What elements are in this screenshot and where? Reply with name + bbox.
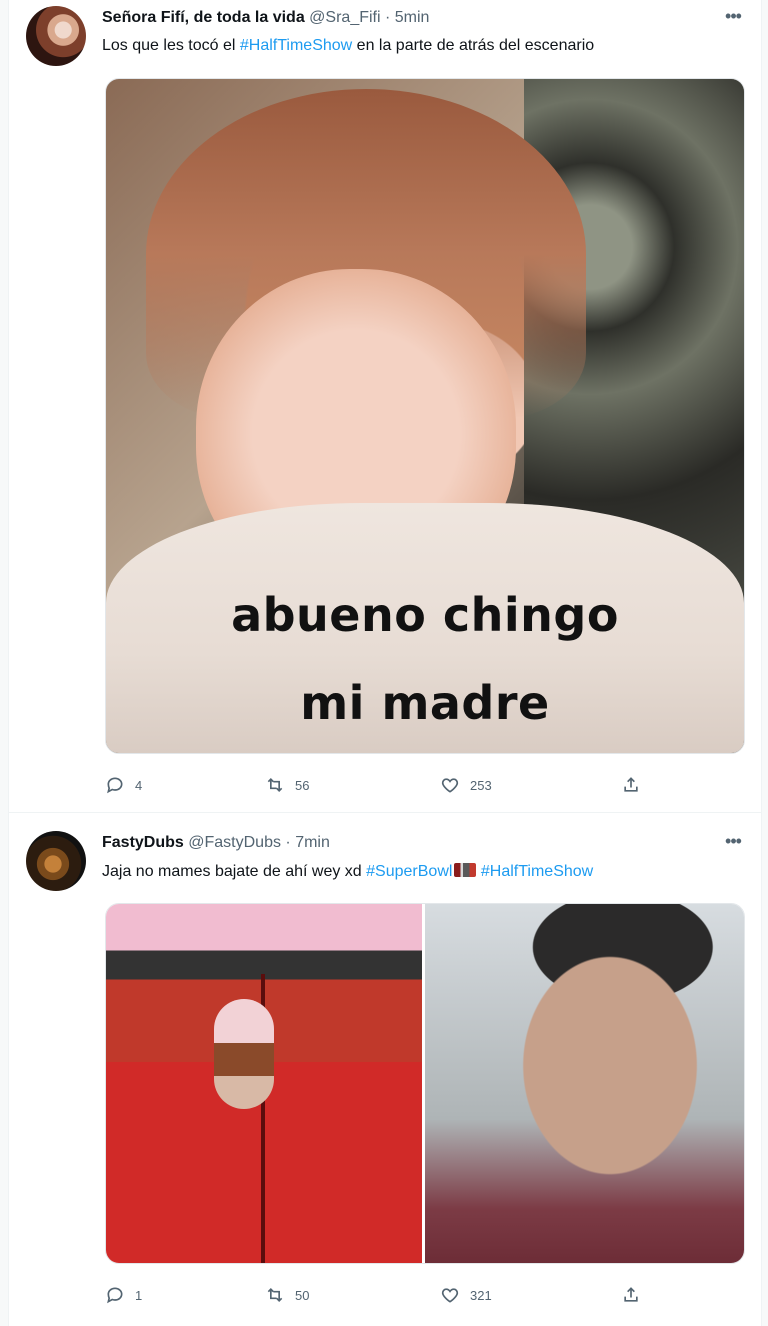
retweet-count: 50 — [295, 1287, 310, 1303]
reply-count: 4 — [135, 777, 143, 793]
tweet-text-part: en la parte de atrás del escenario — [352, 37, 595, 54]
tweet[interactable]: FastyDubs @FastyDubs · 7min ••• Jaja no … — [9, 813, 761, 1326]
tweet-actions: 1 50 321 — [105, 1284, 665, 1306]
reply-icon — [107, 1287, 123, 1304]
retweet-button[interactable]: 50 — [265, 1284, 309, 1306]
reply-icon — [107, 777, 123, 794]
like-count: 321 — [470, 1287, 492, 1303]
share-icon — [624, 777, 638, 792]
tweet-image[interactable]: abueno chingo mi madre — [105, 78, 745, 754]
reply-button[interactable]: 4 — [105, 774, 142, 796]
tweet-image-grid — [105, 903, 745, 1264]
timestamp[interactable]: · 5min — [385, 9, 429, 26]
reply-button[interactable]: 1 — [105, 1284, 142, 1306]
performer-figure — [214, 999, 274, 1109]
display-name[interactable]: Señora Fifí, de toda la vida — [102, 9, 305, 26]
user-handle[interactable]: @FastyDubs — [188, 834, 281, 851]
share-button[interactable] — [621, 774, 651, 796]
like-count: 253 — [470, 777, 492, 793]
share-icon — [624, 1287, 638, 1302]
superbowl-emoji-icon — [454, 863, 477, 877]
retweet-count: 56 — [295, 777, 310, 793]
meme-caption: mi madre — [300, 676, 550, 730]
like-icon — [441, 1288, 459, 1303]
tweet-header: FastyDubs @FastyDubs · 7min — [102, 833, 705, 853]
like-icon — [441, 778, 459, 793]
tweet-text-part: Los que les tocó el — [102, 37, 240, 54]
reply-count: 1 — [135, 1287, 143, 1303]
share-button[interactable] — [621, 1284, 651, 1306]
timeline: Señora Fifí, de toda la vida @Sra_Fifi ·… — [8, 0, 762, 1326]
retweet-button[interactable]: 56 — [265, 774, 309, 796]
tweet-image[interactable] — [425, 904, 744, 1263]
display-name[interactable]: FastyDubs — [102, 834, 184, 851]
meme-caption: abueno chingo — [231, 588, 619, 642]
tweet-text: Los que les tocó el #HalfTimeShow en la … — [102, 36, 741, 56]
hashtag-link[interactable]: #SuperBowl — [366, 863, 452, 880]
like-button[interactable]: 321 — [440, 1284, 492, 1306]
avatar[interactable] — [26, 6, 86, 66]
user-handle[interactable]: @Sra_Fifi — [309, 9, 380, 26]
tweet-image[interactable] — [106, 904, 422, 1263]
hashtag-link[interactable]: #HalfTimeShow — [240, 37, 352, 54]
retweet-icon — [267, 777, 283, 793]
like-button[interactable]: 253 — [440, 774, 492, 796]
tweet-text: Jaja no mames bajate de ahí wey xd #Supe… — [102, 862, 741, 882]
retweet-icon — [267, 1287, 283, 1303]
hashtag-link[interactable]: #HalfTimeShow — [481, 863, 593, 880]
tweet-header: Señora Fifí, de toda la vida @Sra_Fifi ·… — [102, 8, 705, 28]
timestamp[interactable]: · 7min — [285, 834, 329, 851]
tweet-actions: 4 56 253 — [105, 774, 665, 796]
more-icon[interactable]: ••• — [719, 832, 747, 853]
avatar[interactable] — [26, 831, 86, 891]
tweet[interactable]: Señora Fifí, de toda la vida @Sra_Fifi ·… — [9, 0, 761, 813]
more-icon[interactable]: ••• — [719, 7, 747, 28]
tweet-text-part: Jaja no mames bajate de ahí wey xd — [102, 863, 367, 880]
